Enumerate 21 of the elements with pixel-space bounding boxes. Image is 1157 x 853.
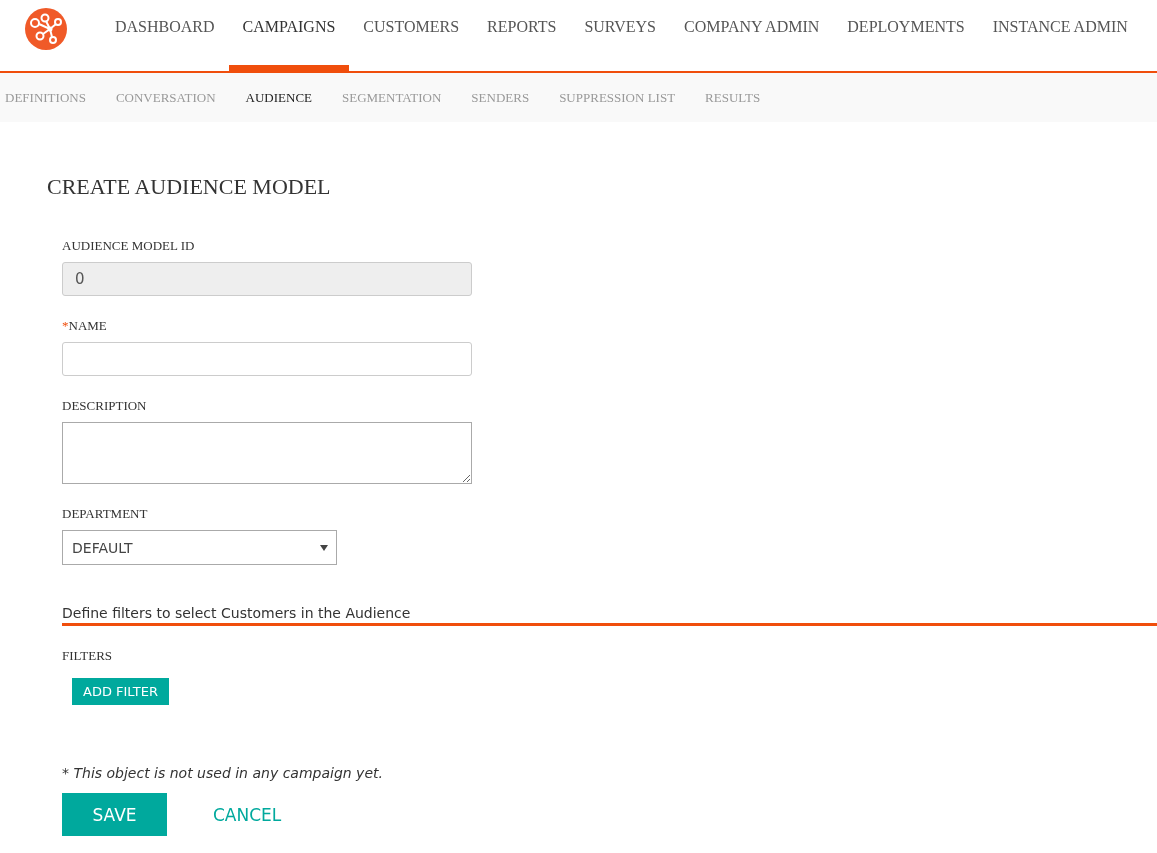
nav-tab[interactable]: INSTANCE ADMIN	[978, 0, 1142, 73]
field-label: DEPARTMENT	[62, 506, 149, 522]
field-label: DESCRIPTION	[62, 398, 148, 414]
nav-tab[interactable]: DEPLOYMENTS	[833, 0, 979, 73]
text-field[interactable]	[62, 342, 472, 376]
field-label: *NAME	[62, 318, 108, 334]
nav-tab[interactable]: COMPANY ADMIN	[670, 0, 834, 73]
sub-tab[interactable]: AUDIENCE	[245, 89, 312, 106]
note-text: * This object is not used in any campaign yet.	[62, 765, 383, 781]
caret-icon	[320, 544, 328, 551]
nav-tab[interactable]: DASHBOARD	[101, 0, 229, 73]
section-heading: Define filters to select Customers in the Audience	[62, 605, 411, 621]
nav-tab[interactable]: CUSTOMERS	[349, 0, 474, 73]
field-label: AUDIENCE MODEL ID	[62, 238, 196, 254]
logo-icon[interactable]	[25, 8, 67, 50]
dropdown[interactable]: DEFAULT	[62, 530, 337, 565]
filters-label: FILTERS	[62, 648, 113, 663]
text-area[interactable]	[62, 422, 472, 484]
nav-tab[interactable]: SURVEYS	[570, 0, 670, 73]
page-title: CREATE AUDIENCE MODEL	[47, 174, 332, 200]
nav-tab[interactable]: REPORTS	[473, 0, 571, 73]
